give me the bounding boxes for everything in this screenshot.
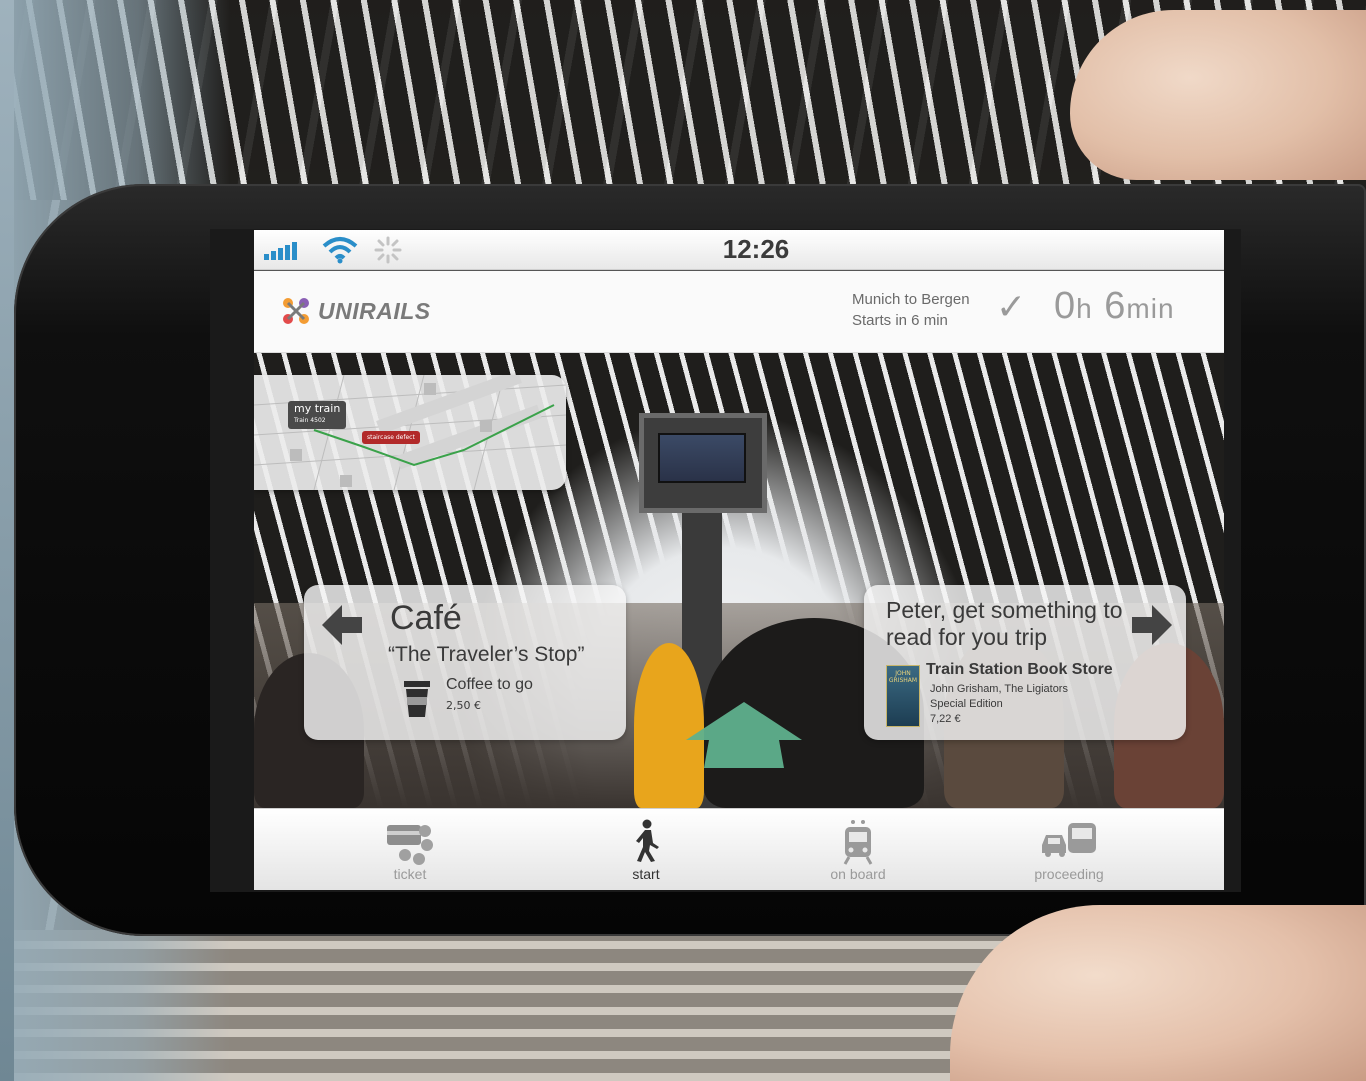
train-number: Train 4502 [294, 417, 326, 424]
tab-start[interactable]: start [571, 809, 721, 890]
arrow-left-icon [322, 605, 362, 645]
book-price: 7,22 € [930, 713, 961, 725]
countdown-hours: 0 [1054, 285, 1077, 327]
app-logo[interactable]: UNIRAILS [282, 297, 431, 325]
arrow-right-icon [1132, 605, 1172, 645]
ticket-icon [387, 825, 433, 865]
bookstore-name: Train Station Book Store [926, 661, 1113, 678]
left-edge-band [0, 0, 14, 1081]
book-edition: Special Edition [930, 698, 1003, 710]
bottom-tab-bar: ticket start on board proceeding [254, 808, 1224, 890]
route-text: Munich to Bergen [852, 291, 970, 308]
tab-proceeding-label: proceeding [1034, 866, 1104, 882]
departure-board-screen [658, 433, 746, 483]
tab-on-board[interactable]: on board [783, 809, 933, 890]
status-clock: 12:26 [722, 234, 790, 264]
app-header: UNIRAILS Munich to Bergen Starts in 6 mi… [254, 271, 1224, 353]
departure-board [639, 413, 767, 513]
tab-start-label: start [632, 866, 660, 882]
tab-on-board-label: on board [830, 866, 886, 882]
my-train-marker[interactable]: my train Train 4502 [288, 401, 347, 429]
my-train-label: my train [294, 402, 341, 415]
check-icon: ✓ [996, 287, 1027, 328]
navigation-arrow-icon [686, 702, 802, 768]
trip-info: Munich to Bergen Starts in 6 min [852, 289, 970, 331]
car-bus-icon [1042, 823, 1096, 857]
countdown-minutes-unit: min [1126, 293, 1175, 324]
cafe-title: Café [390, 599, 462, 637]
book-prompt: Peter, get something to read for you tri… [886, 597, 1123, 650]
book-title: John Grisham, The Ligiators [930, 683, 1068, 695]
cafe-name: “The Traveler’s Stop” [388, 643, 585, 666]
train-icon [843, 820, 873, 865]
cafe-item: Coffee to go [446, 676, 533, 693]
phone-screen: 12:26 UNIRAILS Munich to Bergen Starts i… [254, 230, 1224, 890]
cafe-price: 2,50 € [446, 699, 481, 712]
bookstore-card[interactable]: Peter, get something to read for you tri… [864, 585, 1186, 740]
tab-proceeding[interactable]: proceeding [994, 809, 1144, 890]
departure-countdown: 0h 6min [1054, 285, 1175, 328]
unirails-logo-icon [283, 298, 309, 324]
brand-name: UNIRAILS [318, 297, 431, 324]
walking-person-icon [636, 819, 659, 862]
staircase-defect-marker[interactable]: staircase defect [362, 431, 420, 444]
countdown-minutes: 6 [1104, 285, 1127, 327]
countdown-hours-unit: h [1076, 293, 1093, 324]
station-mini-map[interactable]: my train Train 4502 staircase defect [254, 375, 566, 490]
tab-ticket[interactable]: ticket [335, 809, 485, 890]
cafe-card[interactable]: Café “The Traveler’s Stop” Coffee to go … [304, 585, 626, 740]
tab-ticket-label: ticket [393, 866, 427, 882]
departure-text: Starts in 6 min [852, 312, 948, 329]
book-cover-text: JOHN GRISHAM [888, 670, 918, 684]
thumb-top [1070, 10, 1366, 180]
coffee-cup-icon [404, 681, 430, 717]
status-bar: 12:26 [254, 230, 1224, 270]
book-cover-image: JOHN GRISHAM [886, 665, 920, 727]
